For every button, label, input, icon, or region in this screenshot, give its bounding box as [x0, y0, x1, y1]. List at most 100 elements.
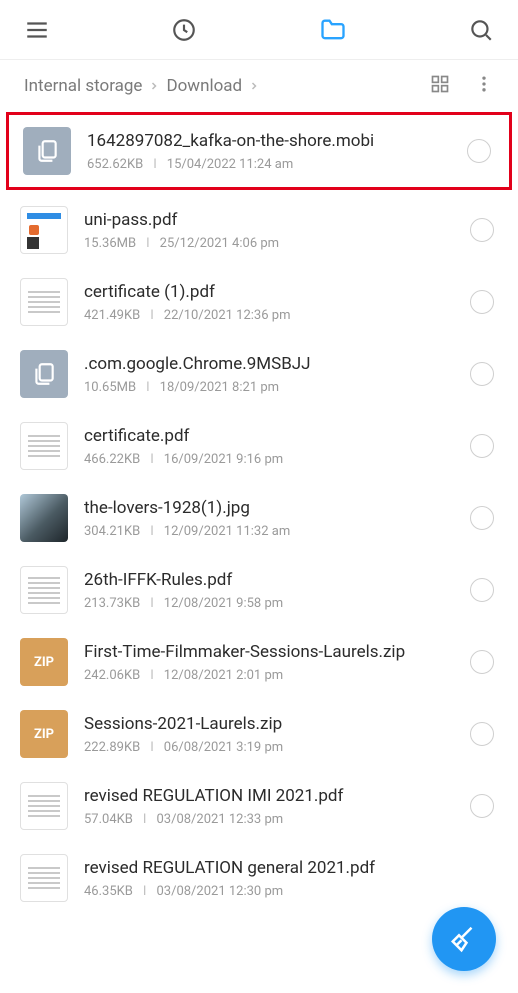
file-size: 15.36MB — [84, 236, 136, 251]
file-size: 242.06KB — [84, 668, 140, 683]
file-size: 222.89KB — [84, 740, 140, 755]
file-generic-icon — [23, 127, 71, 175]
file-meta: 421.49KB I 22/10/2021 12:36 pm — [84, 308, 454, 323]
file-name: Sessions-2021-Laurels.zip — [84, 714, 454, 734]
file-image-thumbnail — [20, 494, 68, 542]
file-info: the-lovers-1928(1).jpg 304.21KB I 12/09/… — [84, 498, 454, 539]
file-date: 12/08/2021 2:01 pm — [164, 668, 283, 683]
file-name: revised REGULATION IMI 2021.pdf — [84, 786, 454, 806]
file-date: 16/09/2021 9:16 pm — [164, 452, 283, 467]
select-radio[interactable] — [470, 434, 494, 458]
file-row[interactable]: revised REGULATION general 2021.pdf 46.3… — [0, 842, 518, 914]
breadcrumb-current[interactable]: Download — [166, 76, 242, 96]
meta-separator: I — [150, 596, 154, 611]
file-name: certificate (1).pdf — [84, 282, 454, 302]
file-info: 1642897082_kafka-on-the-shore.mobi 652.6… — [87, 131, 451, 172]
file-row[interactable]: .com.google.Chrome.9MSBJJ 10.65MB I 18/0… — [0, 338, 518, 410]
search-icon[interactable] — [468, 17, 494, 43]
file-size: 57.04KB — [84, 812, 133, 827]
file-info: Sessions-2021-Laurels.zip 222.89KB I 06/… — [84, 714, 454, 755]
breadcrumb-row: Internal storage Download — [0, 60, 518, 108]
file-date: 12/09/2021 11:32 am — [164, 524, 290, 539]
file-date: 22/10/2021 12:36 pm — [164, 308, 291, 323]
file-meta: 652.62KB I 15/04/2022 11:24 am — [87, 157, 451, 172]
select-radio[interactable] — [470, 578, 494, 602]
file-pdf-thumbnail — [20, 422, 68, 470]
folder-icon[interactable] — [319, 16, 347, 44]
file-pdf-thumbnail — [20, 566, 68, 614]
file-meta: 57.04KB I 03/08/2021 12:33 pm — [84, 812, 454, 827]
file-pdf-thumbnail — [20, 278, 68, 326]
file-meta: 10.65MB I 18/09/2021 8:21 pm — [84, 380, 454, 395]
file-date: 15/04/2022 11:24 am — [167, 157, 293, 172]
file-name: .com.google.Chrome.9MSBJJ — [84, 354, 454, 374]
file-pdf-thumbnail — [20, 206, 68, 254]
chevron-right-icon — [148, 77, 160, 96]
file-size: 46.35KB — [84, 884, 133, 899]
file-row[interactable]: revised REGULATION IMI 2021.pdf 57.04KB … — [0, 770, 518, 842]
file-row[interactable]: 1642897082_kafka-on-the-shore.mobi 652.6… — [6, 112, 512, 190]
file-meta: 213.73KB I 12/08/2021 9:58 pm — [84, 596, 454, 611]
file-size: 10.65MB — [84, 380, 136, 395]
file-size: 466.22KB — [84, 452, 140, 467]
grid-view-icon[interactable] — [430, 74, 450, 98]
file-info: revised REGULATION IMI 2021.pdf 57.04KB … — [84, 786, 454, 827]
file-name: the-lovers-1928(1).jpg — [84, 498, 454, 518]
select-radio[interactable] — [470, 722, 494, 746]
file-meta: 242.06KB I 12/08/2021 2:01 pm — [84, 668, 454, 683]
file-date: 12/08/2021 9:58 pm — [164, 596, 283, 611]
file-meta: 304.21KB I 12/09/2021 11:32 am — [84, 524, 454, 539]
file-meta: 15.36MB I 25/12/2021 4:06 pm — [84, 236, 454, 251]
meta-separator: I — [146, 236, 150, 251]
file-info: 26th-IFFK-Rules.pdf 213.73KB I 12/08/202… — [84, 570, 454, 611]
file-row[interactable]: uni-pass.pdf 15.36MB I 25/12/2021 4:06 p… — [0, 194, 518, 266]
file-meta: 46.35KB I 03/08/2021 12:30 pm — [84, 884, 494, 899]
meta-separator: I — [150, 740, 154, 755]
file-zip-icon: ZIP — [20, 710, 68, 758]
file-info: First-Time-Filmmaker-Sessions-Laurels.zi… — [84, 642, 454, 683]
file-info: certificate.pdf 466.22KB I 16/09/2021 9:… — [84, 426, 454, 467]
file-date: 03/08/2021 12:33 pm — [156, 812, 283, 827]
file-row[interactable]: certificate.pdf 466.22KB I 16/09/2021 9:… — [0, 410, 518, 482]
file-pdf-thumbnail — [20, 782, 68, 830]
file-row[interactable]: certificate (1).pdf 421.49KB I 22/10/202… — [0, 266, 518, 338]
file-size: 652.62KB — [87, 157, 143, 172]
meta-separator: I — [150, 524, 154, 539]
select-radio[interactable] — [470, 794, 494, 818]
top-toolbar — [0, 0, 518, 60]
breadcrumb-root[interactable]: Internal storage — [24, 76, 142, 96]
file-date: 06/08/2021 3:19 pm — [164, 740, 283, 755]
file-row[interactable]: the-lovers-1928(1).jpg 304.21KB I 12/09/… — [0, 482, 518, 554]
file-meta: 222.89KB I 06/08/2021 3:19 pm — [84, 740, 454, 755]
meta-separator: I — [146, 380, 150, 395]
breadcrumb[interactable]: Internal storage Download — [24, 76, 260, 96]
file-row[interactable]: ZIP Sessions-2021-Laurels.zip 222.89KB I… — [0, 698, 518, 770]
select-radio[interactable] — [467, 139, 491, 163]
select-radio[interactable] — [470, 290, 494, 314]
select-radio[interactable] — [470, 362, 494, 386]
file-date: 25/12/2021 4:06 pm — [160, 236, 279, 251]
file-name: certificate.pdf — [84, 426, 454, 446]
select-radio[interactable] — [470, 650, 494, 674]
recent-icon[interactable] — [171, 17, 197, 43]
file-name: uni-pass.pdf — [84, 210, 454, 230]
more-icon[interactable] — [474, 74, 494, 98]
select-radio[interactable] — [470, 506, 494, 530]
file-zip-icon: ZIP — [20, 638, 68, 686]
file-info: certificate (1).pdf 421.49KB I 22/10/202… — [84, 282, 454, 323]
file-info: revised REGULATION general 2021.pdf 46.3… — [84, 858, 494, 899]
menu-icon[interactable] — [24, 17, 50, 43]
file-name: 26th-IFFK-Rules.pdf — [84, 570, 454, 590]
file-row[interactable]: 26th-IFFK-Rules.pdf 213.73KB I 12/08/202… — [0, 554, 518, 626]
meta-separator: I — [150, 308, 154, 323]
select-radio[interactable] — [470, 218, 494, 242]
file-row[interactable]: ZIP First-Time-Filmmaker-Sessions-Laurel… — [0, 626, 518, 698]
file-name: First-Time-Filmmaker-Sessions-Laurels.zi… — [84, 642, 454, 662]
meta-separator: I — [143, 884, 147, 899]
file-date: 03/08/2021 12:30 pm — [156, 884, 283, 899]
meta-separator: I — [150, 452, 154, 467]
clean-fab[interactable] — [432, 907, 496, 971]
meta-separator: I — [150, 668, 154, 683]
file-list: 1642897082_kafka-on-the-shore.mobi 652.6… — [0, 112, 518, 914]
file-size: 304.21KB — [84, 524, 140, 539]
